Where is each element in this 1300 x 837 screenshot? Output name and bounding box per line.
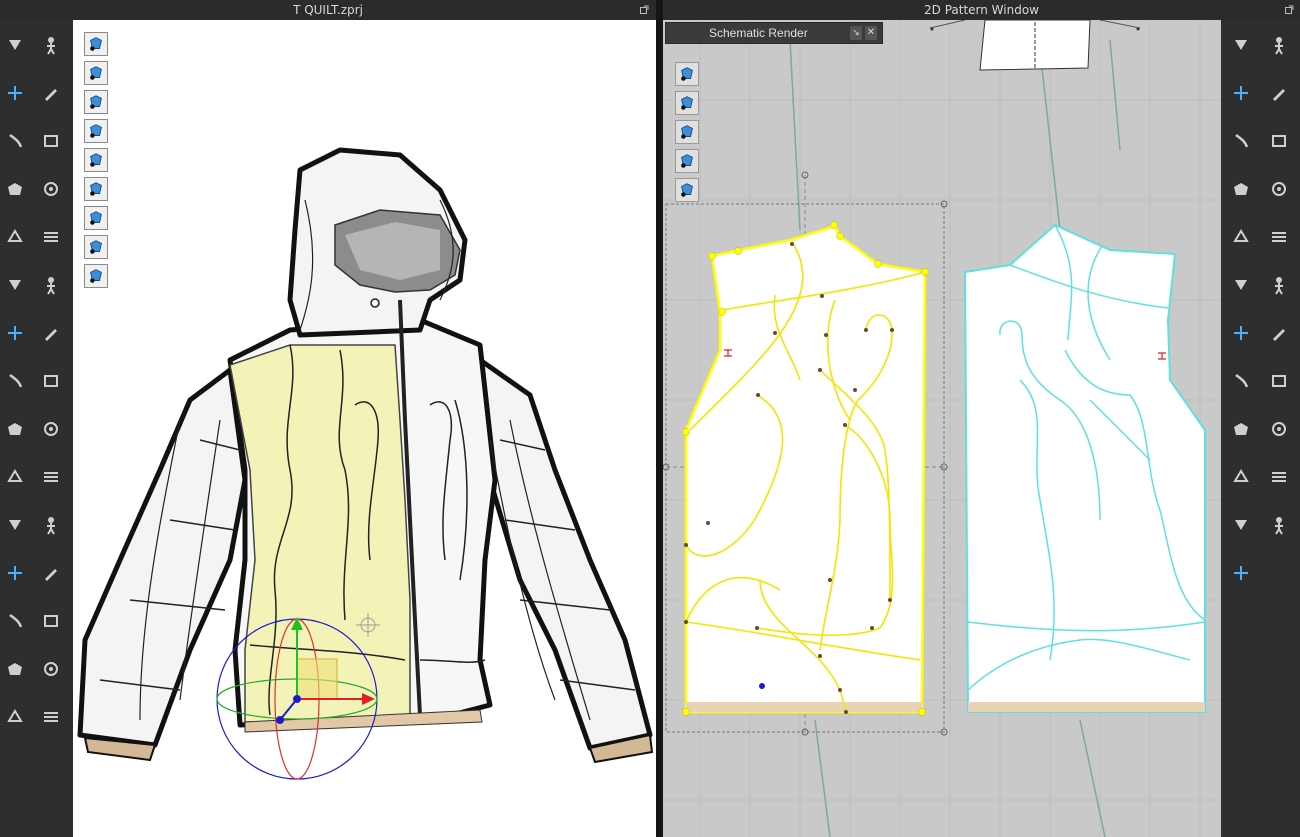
garment-icon[interactable] bbox=[2, 512, 28, 538]
internal-shape-icon[interactable] bbox=[1266, 128, 1292, 154]
ruler-icon[interactable] bbox=[2, 704, 28, 730]
edit-curve-icon[interactable] bbox=[1266, 32, 1292, 58]
show-fabric-2d-icon[interactable] bbox=[675, 149, 699, 173]
layer-icon[interactable] bbox=[38, 512, 64, 538]
fold-arrange-icon[interactable] bbox=[1266, 512, 1292, 538]
lock-icon[interactable] bbox=[675, 178, 699, 202]
left-window-titlebar: T QUILT.zprj bbox=[0, 0, 656, 20]
check-sewing-icon[interactable] bbox=[1228, 320, 1254, 346]
graphic-icon[interactable] bbox=[2, 416, 28, 442]
edit-sewing-icon[interactable] bbox=[1228, 368, 1254, 394]
polygon-icon[interactable] bbox=[1228, 80, 1254, 106]
arrangement-icon[interactable] bbox=[2, 272, 28, 298]
cloth-icon[interactable] bbox=[38, 272, 64, 298]
tape-icon[interactable] bbox=[2, 656, 28, 682]
wire-frame-icon[interactable] bbox=[84, 264, 108, 288]
fold-icon[interactable] bbox=[2, 176, 28, 202]
schematic-render-title: Schematic Render bbox=[709, 26, 808, 40]
annotation-icon[interactable] bbox=[1228, 416, 1254, 442]
3d-viewport[interactable] bbox=[73, 20, 656, 837]
puckering-icon[interactable] bbox=[2, 320, 28, 346]
quilt-icon[interactable] bbox=[1228, 560, 1254, 586]
show-garment-icon[interactable] bbox=[84, 90, 108, 114]
overlap-icon[interactable] bbox=[1266, 320, 1292, 346]
avatar-render-icon[interactable] bbox=[84, 32, 108, 56]
show-shadow-icon[interactable] bbox=[84, 206, 108, 230]
mirror-icon[interactable] bbox=[1228, 464, 1254, 490]
right-window-titlebar: 2D Pattern Window bbox=[663, 0, 1300, 20]
text-icon[interactable] bbox=[1266, 368, 1292, 394]
right-window-title: 2D Pattern Window bbox=[924, 3, 1039, 17]
left-window-title: T QUILT.zprj bbox=[293, 3, 363, 17]
popout-icon[interactable] bbox=[1285, 5, 1294, 14]
x-ray-icon[interactable] bbox=[84, 235, 108, 259]
show-fabric-icon[interactable] bbox=[84, 177, 108, 201]
avatar-pose-icon[interactable] bbox=[38, 32, 64, 58]
pin-icon[interactable]: ↘ bbox=[850, 26, 862, 40]
close-icon[interactable]: ✕ bbox=[865, 26, 877, 40]
grading-icon[interactable] bbox=[1266, 416, 1292, 442]
fabric-icon[interactable] bbox=[38, 368, 64, 394]
fitting-icon[interactable] bbox=[38, 608, 64, 634]
jacket-3d-model[interactable] bbox=[77, 147, 654, 764]
show-info-icon[interactable] bbox=[675, 120, 699, 144]
trace-icon[interactable] bbox=[1266, 272, 1292, 298]
popout-icon[interactable] bbox=[640, 5, 649, 14]
elastic-icon[interactable] bbox=[1228, 512, 1254, 538]
show-pins-icon[interactable] bbox=[84, 119, 108, 143]
show-avatar-icon[interactable] bbox=[84, 148, 108, 172]
topstitch-icon[interactable] bbox=[38, 560, 64, 586]
flatten-icon[interactable] bbox=[2, 368, 28, 394]
texture-icon[interactable] bbox=[2, 608, 28, 634]
size-icon[interactable] bbox=[38, 656, 64, 682]
select-pattern-icon[interactable] bbox=[1228, 32, 1254, 58]
brush-icon[interactable] bbox=[2, 128, 28, 154]
show-garment-2d-icon[interactable] bbox=[675, 91, 699, 115]
measure-icon[interactable] bbox=[38, 320, 64, 346]
notch-icon[interactable] bbox=[1266, 176, 1292, 202]
window-divider[interactable] bbox=[656, 0, 663, 837]
transform-pattern-icon[interactable] bbox=[38, 80, 64, 106]
free-seam-icon[interactable] bbox=[1266, 224, 1292, 250]
snap-icon[interactable] bbox=[38, 704, 64, 730]
pin-arrangement-icon[interactable] bbox=[38, 224, 64, 250]
2d-pattern-canvas[interactable] bbox=[663, 20, 1221, 837]
mannequin-icon[interactable] bbox=[2, 224, 28, 250]
pleat-icon[interactable] bbox=[1266, 464, 1292, 490]
zip-icon[interactable] bbox=[38, 464, 64, 490]
button-icon[interactable] bbox=[38, 416, 64, 442]
select-move-icon[interactable] bbox=[2, 80, 28, 106]
tack-icon[interactable] bbox=[38, 176, 64, 202]
dart-icon[interactable] bbox=[1228, 176, 1254, 202]
schematic-render-panel[interactable]: Schematic Render ↘ ✕ bbox=[665, 22, 883, 44]
rectangle-icon[interactable] bbox=[1266, 80, 1292, 106]
edit-pin-icon[interactable] bbox=[38, 128, 64, 154]
seam-icon[interactable] bbox=[1228, 224, 1254, 250]
simulation-icon[interactable] bbox=[2, 32, 28, 58]
show-pattern-icon[interactable] bbox=[675, 62, 699, 86]
segment-sewing-icon[interactable] bbox=[1228, 272, 1254, 298]
selected-front-pattern[interactable] bbox=[682, 221, 929, 716]
avatar-icon[interactable] bbox=[2, 560, 28, 586]
circle-icon[interactable] bbox=[1228, 128, 1254, 154]
garment-render-icon[interactable] bbox=[84, 61, 108, 85]
back-pattern[interactable] bbox=[963, 223, 1206, 713]
buttonhole-icon[interactable] bbox=[2, 464, 28, 490]
